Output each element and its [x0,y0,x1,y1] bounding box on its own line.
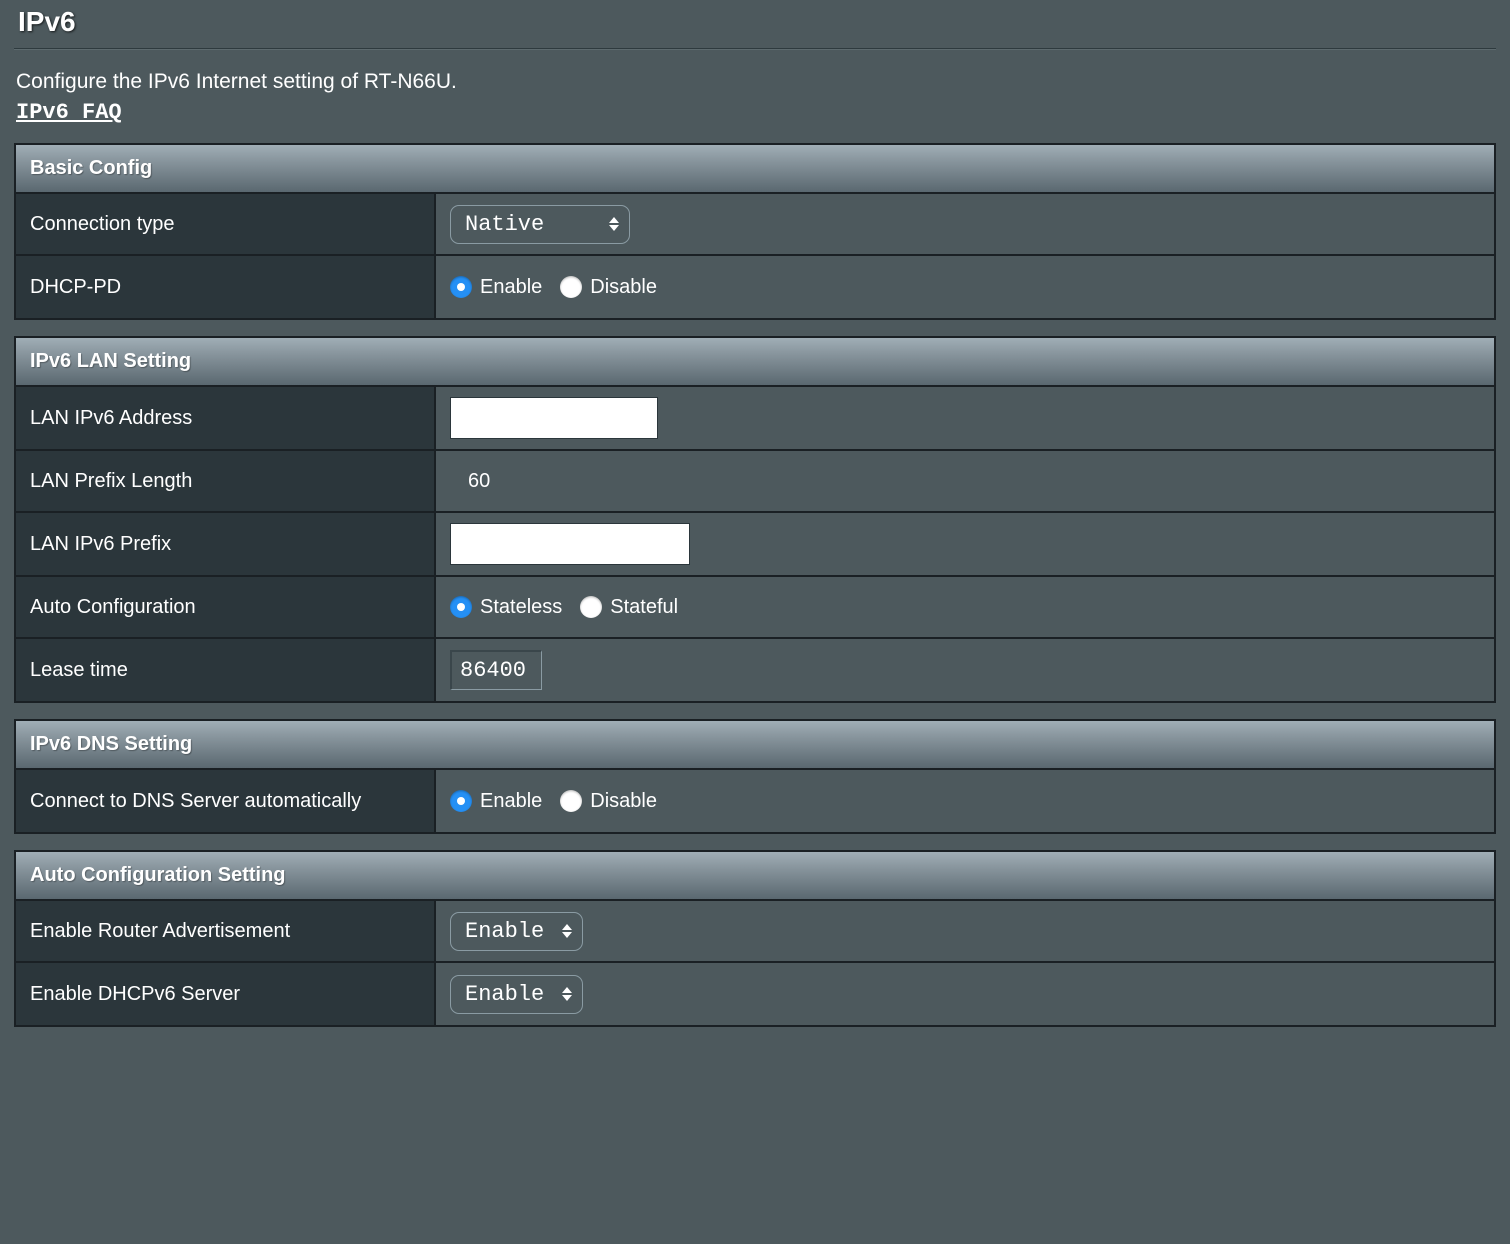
input-lan-ipv6-prefix[interactable] [450,523,690,565]
radio-label-dhcp-pd-enable[interactable]: Enable [480,276,542,299]
ipv6-faq-link[interactable]: IPv6 FAQ [14,100,122,143]
section-header-lan: IPv6 LAN Setting [16,338,1494,387]
select-dhcpv6-server-value: Enable [465,982,544,1007]
radio-auto-dns-disable[interactable] [560,790,582,812]
select-router-advertisement[interactable]: Enable [450,912,583,951]
input-lan-ipv6-address[interactable] [450,397,658,439]
radio-label-autoconf-stateless[interactable]: Stateless [480,596,562,619]
updown-arrows-icon [562,987,572,1001]
label-lan-prefix-length: LAN Prefix Length [16,451,436,511]
section-basic-config: Basic Config Connection type Native DHCP… [14,143,1496,320]
input-lease-time[interactable] [450,650,542,690]
section-header-autoconf: Auto Configuration Setting [16,852,1494,901]
select-dhcpv6-server[interactable]: Enable [450,975,583,1014]
radio-autoconf-stateless[interactable] [450,596,472,618]
label-lease-time: Lease time [16,639,436,701]
section-ipv6-lan: IPv6 LAN Setting LAN IPv6 Address LAN Pr… [14,336,1496,703]
radio-label-dhcp-pd-disable[interactable]: Disable [590,276,657,299]
title-divider [14,48,1496,50]
label-router-advertisement: Enable Router Advertisement [16,901,436,961]
section-ipv6-dns: IPv6 DNS Setting Connect to DNS Server a… [14,719,1496,834]
label-dhcpv6-server: Enable DHCPv6 Server [16,963,436,1025]
row-router-advertisement: Enable Router Advertisement Enable [16,901,1494,963]
radio-autoconf-stateful[interactable] [580,596,602,618]
section-auto-config: Auto Configuration Setting Enable Router… [14,850,1496,1027]
row-dhcpv6-server: Enable DHCPv6 Server Enable [16,963,1494,1025]
radio-label-auto-dns-enable[interactable]: Enable [480,790,542,813]
row-connection-type: Connection type Native [16,194,1494,256]
select-connection-type[interactable]: Native [450,205,630,244]
radio-label-autoconf-stateful[interactable]: Stateful [610,596,678,619]
row-auto-dns: Connect to DNS Server automatically Enab… [16,770,1494,832]
label-lan-ipv6-prefix: LAN IPv6 Prefix [16,513,436,575]
page-title: IPv6 [14,0,1496,48]
updown-arrows-icon [609,217,619,231]
radio-label-auto-dns-disable[interactable]: Disable [590,790,657,813]
select-connection-type-value: Native [465,212,544,237]
label-auto-configuration: Auto Configuration [16,577,436,637]
label-connection-type: Connection type [16,194,436,254]
row-dhcp-pd: DHCP-PD Enable Disable [16,256,1494,318]
section-header-dns: IPv6 DNS Setting [16,721,1494,770]
page-intro: Configure the IPv6 Internet setting of R… [14,70,1496,100]
row-lan-ipv6-prefix: LAN IPv6 Prefix [16,513,1494,577]
updown-arrows-icon [562,924,572,938]
value-lan-prefix-length: 60 [450,470,490,493]
label-dhcp-pd: DHCP-PD [16,256,436,318]
label-lan-ipv6-address: LAN IPv6 Address [16,387,436,449]
row-lan-ipv6-address: LAN IPv6 Address [16,387,1494,451]
row-lan-prefix-length: LAN Prefix Length 60 [16,451,1494,513]
select-router-advertisement-value: Enable [465,919,544,944]
radio-dhcp-pd-disable[interactable] [560,276,582,298]
section-header-basic: Basic Config [16,145,1494,194]
radio-dhcp-pd-enable[interactable] [450,276,472,298]
row-auto-configuration: Auto Configuration Stateless Stateful [16,577,1494,639]
row-lease-time: Lease time [16,639,1494,701]
radio-auto-dns-enable[interactable] [450,790,472,812]
label-auto-dns: Connect to DNS Server automatically [16,770,436,832]
